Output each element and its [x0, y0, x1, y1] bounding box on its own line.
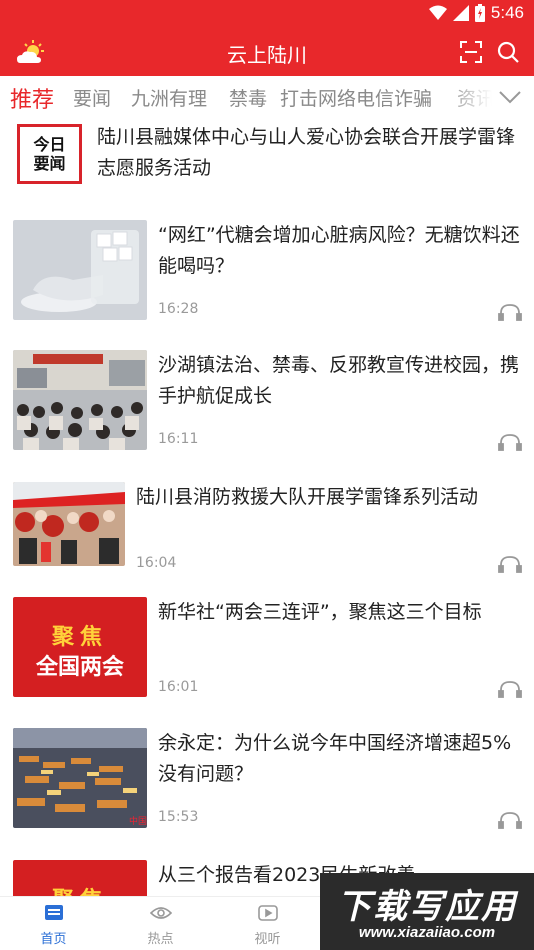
- news-title: 沙湖镇法治、禁毒、反邪教宣传进校园，携手护航促成长: [158, 354, 520, 407]
- status-time: 5:46: [490, 3, 524, 22]
- channel-tabs: 推荐 要闻 九洲有理 禁毒 打击网络电信诈骗 资讯: [0, 76, 534, 120]
- news-thumbnail: [13, 482, 125, 566]
- news-thumbnail: [13, 350, 147, 450]
- watermark-line-1: 下载写应用: [337, 887, 517, 927]
- news-time: 16:04: [136, 555, 177, 571]
- news-thumbnail: 聚焦: [13, 860, 147, 896]
- news-title: 新华社“两会三连评”，聚焦这三个目标: [158, 601, 482, 623]
- nav-hot-label: 热点: [147, 932, 174, 947]
- tabs-more-button[interactable]: [494, 76, 534, 120]
- tab-anti-fraud[interactable]: 打击网络电信诈骗: [280, 84, 432, 111]
- nav-home-label: 首页: [40, 932, 67, 947]
- watermark-logo: 下载写应用 www.xiazaiiao.com: [320, 873, 534, 950]
- thumb-caption-2: 全国两会: [35, 655, 124, 680]
- tab-headlines[interactable]: 要闻: [73, 84, 111, 111]
- thumb-caption-1: 聚焦: [51, 625, 108, 650]
- headphones-icon[interactable]: [498, 554, 522, 574]
- news-title: “网红”代糖会增加心脏病风险？无糖饮料还能喝吗？: [158, 224, 520, 277]
- tab-recommend[interactable]: 推荐: [10, 82, 54, 114]
- thumb-caption-1: 聚焦: [13, 882, 147, 896]
- news-thumbnail: 中国: [13, 728, 147, 828]
- news-item[interactable]: 沙湖镇法治、禁毒、反邪教宣传进校园，携手护航促成长 16:11: [0, 350, 534, 462]
- news-item[interactable]: 陆川县消防救援大队开展学雷锋系列活动 16:04: [0, 482, 534, 582]
- headphones-icon[interactable]: [498, 810, 522, 830]
- status-icons: 5:46: [428, 3, 524, 23]
- tab-anti-drug[interactable]: 禁毒: [229, 84, 267, 111]
- app-title: 云上陆川: [227, 43, 307, 67]
- wifi-icon: [428, 5, 447, 20]
- nav-home[interactable]: 首页: [0, 897, 107, 950]
- news-thumbnail: 聚焦 全国两会: [13, 597, 147, 697]
- news-title: 陆川县消防救援大队开展学雷锋系列活动: [136, 486, 479, 508]
- headphones-icon[interactable]: [498, 432, 522, 452]
- nav-video-label: 视听: [254, 932, 281, 947]
- app-bar: 云上陆川: [0, 28, 534, 76]
- news-time: 16:01: [158, 679, 199, 695]
- news-title: 余永定：为什么说今年中国经济增速超5%没有问题？: [158, 732, 512, 785]
- badge-line-1: 今日: [33, 135, 66, 154]
- status-bar: 5:46: [0, 0, 534, 28]
- headphones-icon[interactable]: [498, 302, 522, 322]
- headline-item[interactable]: 今日 要闻 陆川县融媒体中心与山人爱心协会联合开展学雷锋志愿服务活动: [0, 120, 534, 210]
- news-thumbnail: [13, 220, 147, 320]
- video-icon: [258, 905, 278, 921]
- news-item[interactable]: 聚焦 全国两会 新华社“两会三连评”，聚焦这三个目标 16:01: [0, 597, 534, 709]
- news-item[interactable]: 中国 余永定：为什么说今年中国经济增速超5%没有问题？ 15:53: [0, 728, 534, 840]
- battery-icon: [474, 4, 485, 22]
- headline-title: 陆川县融媒体中心与山人爱心协会联合开展学雷锋志愿服务活动: [97, 126, 516, 179]
- tab-jiuzhou[interactable]: 九洲有理: [131, 84, 207, 111]
- signal-icon: [452, 5, 469, 21]
- news-time: 16:11: [158, 431, 199, 447]
- search-icon[interactable]: [496, 40, 520, 64]
- nav-hot[interactable]: 热点: [107, 897, 214, 950]
- news-list: 今日 要闻 陆川县融媒体中心与山人爱心协会联合开展学雷锋志愿服务活动 “网红”代…: [0, 120, 534, 896]
- thumb-mark: 中国: [129, 815, 147, 827]
- home-icon: [45, 905, 63, 920]
- badge-line-2: 要闻: [33, 154, 66, 173]
- nav-video[interactable]: 视听: [214, 897, 321, 950]
- news-time: 16:28: [158, 301, 199, 317]
- eye-icon: [150, 907, 172, 919]
- watermark-line-2: www.xiazaiiao.com: [358, 924, 496, 941]
- today-news-badge: 今日 要闻: [17, 124, 82, 184]
- news-item[interactable]: “网红”代糖会增加心脏病风险？无糖饮料还能喝吗？ 16:28: [0, 220, 534, 332]
- headphones-icon[interactable]: [498, 679, 522, 699]
- scan-icon[interactable]: [460, 41, 482, 63]
- news-time: 15:53: [158, 809, 199, 825]
- chevron-down-icon: [499, 91, 521, 104]
